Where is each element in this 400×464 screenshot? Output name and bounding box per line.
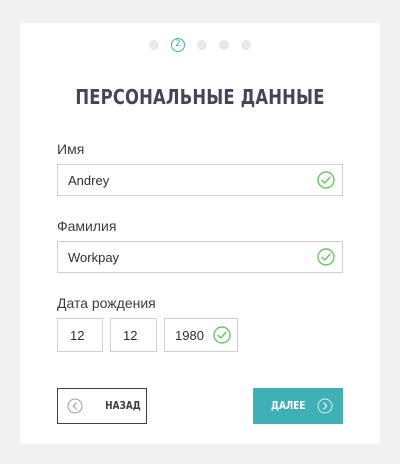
- first-name-value: Andrey: [68, 173, 110, 188]
- birth-date-label: Дата рождения: [57, 295, 156, 311]
- birth-day-field[interactable]: 12: [57, 318, 103, 352]
- first-name-label: Имя: [57, 141, 85, 157]
- birth-day-value: 12: [70, 328, 85, 343]
- next-button-label: ДАЛЕЕ: [271, 400, 306, 412]
- step-dot-1: [149, 40, 159, 50]
- step-dot-3: [197, 40, 207, 50]
- page-title: ПЕРСОНАЛЬНЫЕ ДАННЫЕ: [75, 85, 325, 109]
- birth-month-value: 12: [123, 328, 138, 343]
- chevron-right-circle-icon: [317, 398, 333, 414]
- birth-year-value: 1980: [175, 328, 204, 343]
- back-button-label: НАЗАД: [105, 400, 141, 412]
- check-circle-icon: [213, 326, 231, 344]
- check-circle-icon: [317, 248, 335, 266]
- step-dot-4: [219, 40, 229, 50]
- personal-data-card: 2 ПЕРСОНАЛЬНЫЕ ДАННЫЕ Имя Andrey Фамилия…: [20, 23, 380, 444]
- next-button[interactable]: ДАЛЕЕ: [253, 388, 343, 424]
- first-name-field[interactable]: Andrey: [57, 164, 343, 196]
- check-circle-icon: [317, 171, 335, 189]
- last-name-field[interactable]: Workpay: [57, 241, 343, 273]
- birth-year-field[interactable]: 1980: [164, 318, 238, 352]
- back-button[interactable]: НАЗАД: [57, 388, 147, 424]
- step-progress: 2: [20, 38, 380, 52]
- last-name-label: Фамилия: [57, 218, 117, 234]
- step-dot-current: 2: [171, 38, 185, 52]
- birth-month-field[interactable]: 12: [110, 318, 157, 352]
- chevron-left-circle-icon: [67, 398, 83, 414]
- step-dot-5: [241, 40, 251, 50]
- last-name-value: Workpay: [68, 250, 120, 265]
